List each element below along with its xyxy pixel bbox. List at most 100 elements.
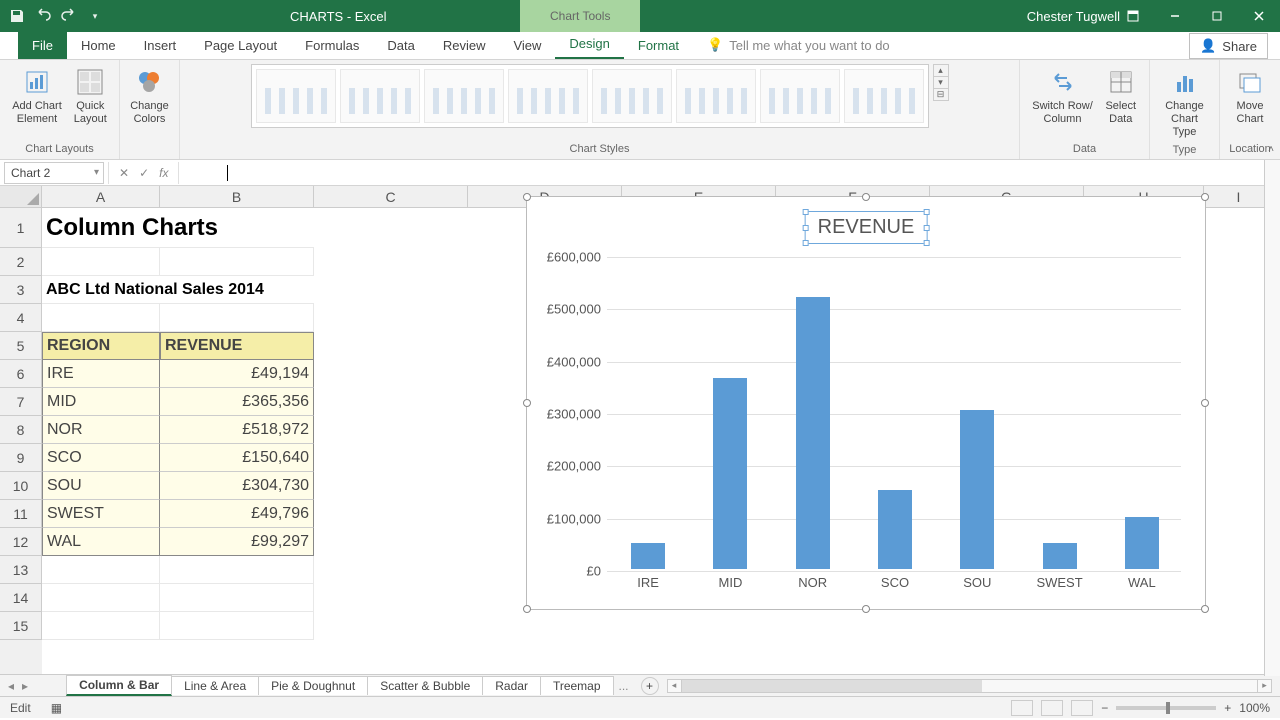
macro-record-icon[interactable]: ▦ [51,701,62,715]
undo-icon[interactable] [34,7,52,25]
qat-customize-icon[interactable]: ▾ [86,7,104,25]
resize-handle[interactable] [523,399,531,407]
add-chart-element-button[interactable]: Add Chart Element [8,64,66,141]
enter-icon[interactable]: ✓ [139,166,149,180]
row-header-15[interactable]: 15 [0,612,42,640]
row-header-11[interactable]: 11 [0,500,42,528]
table-row[interactable]: £518,972 [160,416,314,444]
zoom-level[interactable]: 100% [1239,701,1270,715]
col-header-A[interactable]: A [42,186,160,208]
tab-view[interactable]: View [499,32,555,59]
horizontal-scrollbar[interactable]: ◂ ▸ [667,679,1272,693]
tab-data[interactable]: Data [373,32,428,59]
cancel-icon[interactable]: ✕ [119,166,129,180]
chart-bar[interactable] [713,378,747,569]
title-handle[interactable] [803,225,809,231]
sheet-tabs-more[interactable]: ... [613,679,635,693]
tab-insert[interactable]: Insert [130,32,191,59]
scroll-right-icon[interactable]: ▸ [1257,680,1271,692]
title-handle[interactable] [803,240,809,246]
grid-main[interactable]: A B C D E F G H I Column Charts ABC Ltd … [42,186,1280,674]
zoom-in-button[interactable]: + [1224,701,1231,715]
row-header-13[interactable]: 13 [0,556,42,584]
change-colors-button[interactable]: Change Colors [126,64,173,141]
normal-view-button[interactable] [1011,700,1033,716]
save-icon[interactable] [8,7,26,25]
styles-down-icon[interactable]: ▾ [934,77,948,89]
table-row[interactable]: £49,194 [160,360,314,388]
chart-style-1[interactable] [256,69,336,123]
tab-review[interactable]: Review [429,32,500,59]
formula-bar[interactable] [179,162,1260,184]
plot-area[interactable]: £0£100,000£200,000£300,000£400,000£500,0… [607,257,1181,569]
styles-up-icon[interactable]: ▴ [934,65,948,77]
row-header-8[interactable]: 8 [0,416,42,444]
collapse-ribbon-icon[interactable]: ˄ [1268,144,1274,155]
fx-icon[interactable]: fx [159,166,168,180]
chart-style-6[interactable] [676,69,756,123]
tab-file[interactable]: File [18,32,67,59]
close-icon[interactable] [1238,0,1280,32]
table-row[interactable]: MID [42,388,160,416]
row-header-4[interactable]: 4 [0,304,42,332]
resize-handle[interactable] [862,605,870,613]
table-row[interactable]: WAL [42,528,160,556]
table-row[interactable]: £304,730 [160,472,314,500]
sheet-prev-icon[interactable]: ◂ [8,679,14,693]
chart-style-3[interactable] [424,69,504,123]
chart-bar[interactable] [960,410,994,569]
maximize-icon[interactable] [1196,0,1238,32]
quick-layout-button[interactable]: Quick Layout [70,64,111,141]
cell-title[interactable]: Column Charts [42,208,314,248]
sheet-tab-radar[interactable]: Radar [482,676,541,695]
table-row[interactable]: SWEST [42,500,160,528]
name-box[interactable]: Chart 2 [4,162,104,184]
row-header-14[interactable]: 14 [0,584,42,612]
col-header-B[interactable]: B [160,186,314,208]
row-header-7[interactable]: 7 [0,388,42,416]
row-header-1[interactable]: 1 [0,208,42,248]
table-row[interactable]: IRE [42,360,160,388]
scroll-thumb[interactable] [682,680,982,692]
chart-styles-gallery[interactable] [251,64,929,128]
minimize-icon[interactable] [1154,0,1196,32]
sheet-tab-scatter-bubble[interactable]: Scatter & Bubble [367,676,483,695]
tab-home[interactable]: Home [67,32,130,59]
select-data-button[interactable]: Select Data [1101,64,1141,141]
select-all-button[interactable] [0,186,42,208]
vertical-scrollbar[interactable] [1264,160,1280,676]
chart-style-4[interactable] [508,69,588,123]
sheet-tab-treemap[interactable]: Treemap [540,676,614,695]
title-handle[interactable] [923,209,929,215]
table-row[interactable]: SOU [42,472,160,500]
redo-icon[interactable] [60,7,78,25]
resize-handle[interactable] [523,193,531,201]
table-row[interactable]: NOR [42,416,160,444]
resize-handle[interactable] [862,193,870,201]
table-header-region[interactable]: REGION [42,332,160,360]
title-handle[interactable] [803,209,809,215]
chart-title[interactable]: REVENUE [805,211,928,244]
row-header-9[interactable]: 9 [0,444,42,472]
chart-object[interactable]: REVENUE £0£100,000£200,000£300,000£400,0… [526,196,1206,610]
chart-style-5[interactable] [592,69,672,123]
scroll-left-icon[interactable]: ◂ [668,680,682,692]
resize-handle[interactable] [1201,605,1209,613]
tab-page-layout[interactable]: Page Layout [190,32,291,59]
styles-more-icon[interactable]: ⊟ [934,89,948,100]
row-header-12[interactable]: 12 [0,528,42,556]
chart-bar[interactable] [1125,517,1159,569]
chart-bar[interactable] [878,490,912,569]
move-chart-button[interactable]: Move Chart [1230,64,1270,141]
chart-bar[interactable] [796,297,830,569]
tab-design[interactable]: Design [555,30,623,59]
row-header-10[interactable]: 10 [0,472,42,500]
sheet-tab-column-bar[interactable]: Column & Bar [66,675,172,696]
chart-style-2[interactable] [340,69,420,123]
cell-subtitle[interactable]: ABC Ltd National Sales 2014 [42,276,314,304]
chart-style-7[interactable] [760,69,840,123]
tab-format[interactable]: Format [624,32,693,59]
zoom-out-button[interactable]: − [1101,701,1108,715]
title-handle[interactable] [923,240,929,246]
new-sheet-button[interactable]: + [641,677,659,695]
